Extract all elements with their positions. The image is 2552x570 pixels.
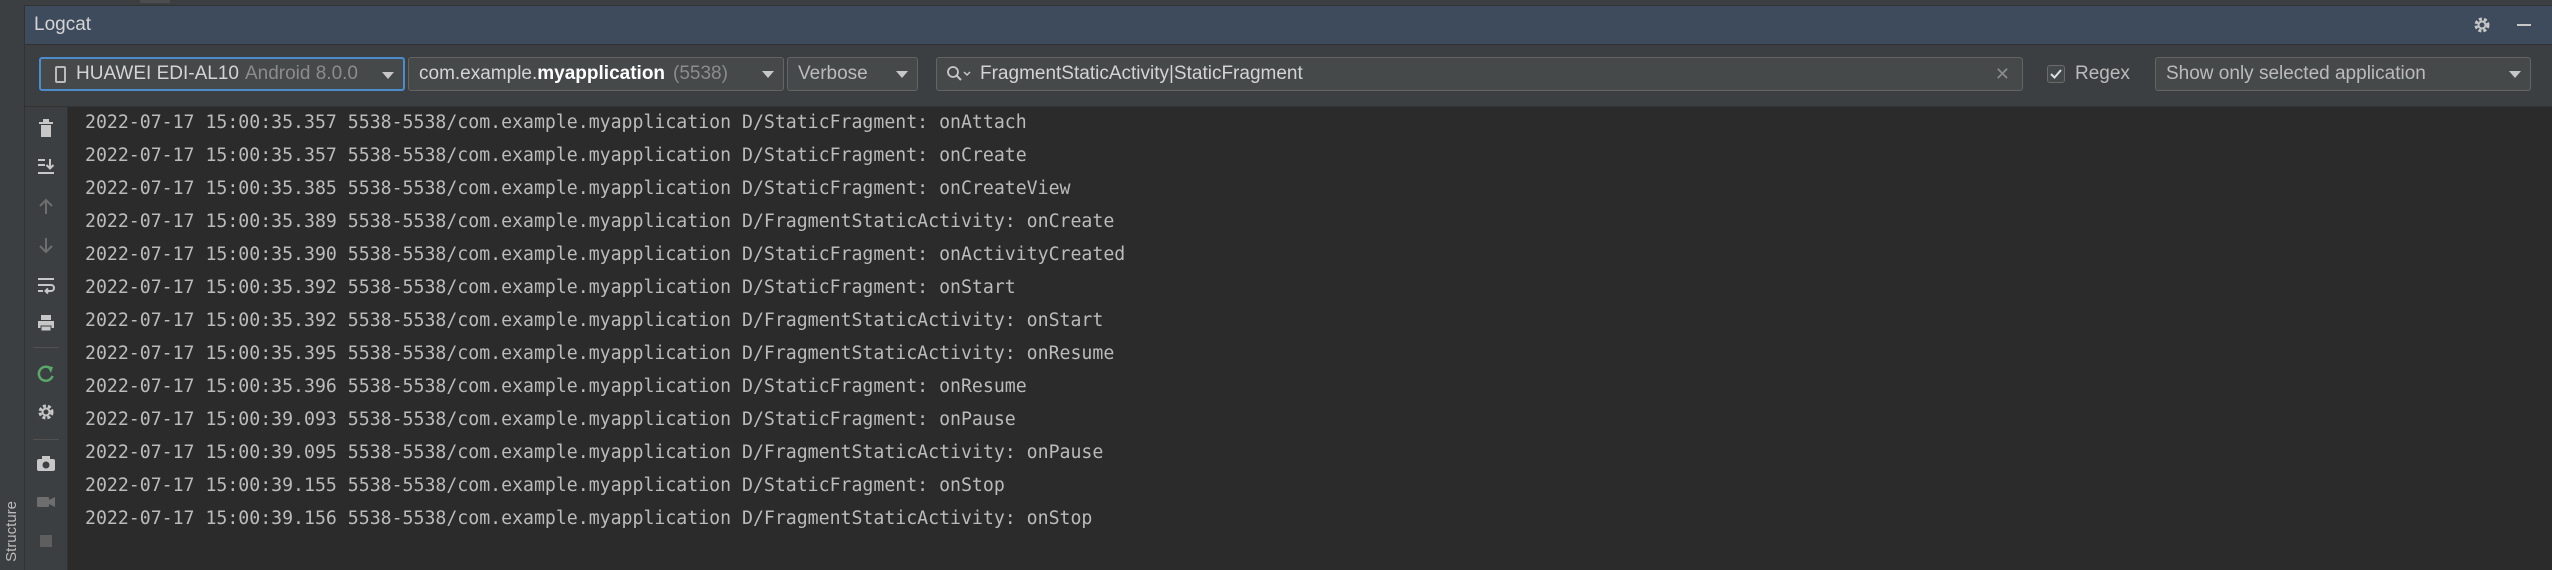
toolbar-separator [33, 347, 59, 348]
top-tab-indicator [140, 0, 170, 3]
search-input[interactable] [978, 62, 1995, 86]
regex-label: Regex [2075, 63, 2130, 84]
arrow-down-icon[interactable] [36, 235, 56, 255]
clear-icon[interactable]: ✕ [1995, 64, 2010, 85]
log-line: 2022-07-17 15:00:35.392 5538-5538/com.ex… [85, 277, 1016, 298]
process-prefix: com.example. [419, 63, 538, 84]
arrow-up-icon[interactable] [36, 197, 56, 217]
search-icon[interactable] [946, 65, 972, 83]
restart-icon[interactable] [36, 364, 56, 384]
process-pid: (5538) [673, 63, 728, 84]
device-os: Android 8.0.0 [244, 63, 358, 84]
filter-selector[interactable]: Show only selected application [2155, 57, 2531, 91]
toolbar-separator [33, 439, 59, 440]
filter-value: Show only selected application [2166, 63, 2426, 84]
log-output[interactable]: 2022-07-17 15:00:35.357 5538-5538/com.ex… [68, 107, 2552, 570]
video-camera-icon[interactable] [36, 492, 56, 512]
log-line: 2022-07-17 15:00:39.156 5538-5538/com.ex… [85, 508, 1093, 529]
log-line: 2022-07-17 15:00:35.395 5538-5538/com.ex… [85, 343, 1115, 364]
chevron-down-icon [2509, 71, 2521, 78]
chevron-down-icon [382, 72, 394, 79]
process-name: myapplication [537, 63, 666, 84]
log-level-value: Verbose [798, 63, 868, 84]
chevron-down-icon [896, 71, 908, 78]
log-level-selector[interactable]: Verbose [787, 57, 918, 91]
gear-icon[interactable] [36, 402, 56, 422]
log-search-field[interactable]: ✕ [936, 57, 2023, 91]
logcat-title-bar: Logcat [25, 6, 2552, 45]
scroll-to-end-icon[interactable] [36, 156, 56, 176]
minimize-icon[interactable] [2514, 15, 2534, 35]
panel-title: Logcat [34, 14, 92, 35]
regex-checkbox[interactable]: Regex [2047, 63, 2130, 85]
log-line: 2022-07-17 15:00:35.389 5538-5538/com.ex… [85, 211, 1115, 232]
log-line: 2022-07-17 15:00:35.385 5538-5538/com.ex… [85, 178, 1071, 199]
camera-icon[interactable] [36, 454, 56, 474]
phone-icon [55, 65, 66, 83]
stop-icon[interactable] [36, 531, 56, 551]
structure-tool-button[interactable]: Structure [3, 501, 20, 562]
log-line: 2022-07-17 15:00:35.396 5538-5538/com.ex… [85, 376, 1027, 397]
left-tool-stripe: Structure [0, 5, 25, 570]
checkbox-checked-icon[interactable] [2047, 65, 2065, 83]
device-name: HUAWEI EDI-AL10 [76, 63, 239, 84]
process-selector[interactable]: com.example. myapplication (5538) [408, 57, 784, 91]
title-bar-actions [2472, 15, 2534, 35]
log-line: 2022-07-17 15:00:35.357 5538-5538/com.ex… [85, 145, 1027, 166]
log-line: 2022-07-17 15:00:39.095 5538-5538/com.ex… [85, 442, 1104, 463]
log-line: 2022-07-17 15:00:35.390 5538-5538/com.ex… [85, 244, 1126, 265]
log-line: 2022-07-17 15:00:35.357 5538-5538/com.ex… [85, 112, 1027, 133]
chevron-down-icon [762, 71, 774, 78]
gear-icon[interactable] [2472, 15, 2492, 35]
print-icon[interactable] [36, 313, 56, 333]
trash-icon[interactable] [36, 118, 56, 138]
log-line: 2022-07-17 15:00:35.392 5538-5538/com.ex… [85, 310, 1104, 331]
logcat-toolbar: HUAWEI EDI-AL10 Android 8.0.0 com.exampl… [25, 45, 2552, 107]
log-line: 2022-07-17 15:00:39.155 5538-5538/com.ex… [85, 475, 1005, 496]
device-selector[interactable]: HUAWEI EDI-AL10 Android 8.0.0 [39, 57, 405, 91]
side-toolbar [25, 107, 68, 570]
log-line: 2022-07-17 15:00:39.093 5538-5538/com.ex… [85, 409, 1016, 430]
soft-wrap-icon[interactable] [36, 275, 56, 295]
